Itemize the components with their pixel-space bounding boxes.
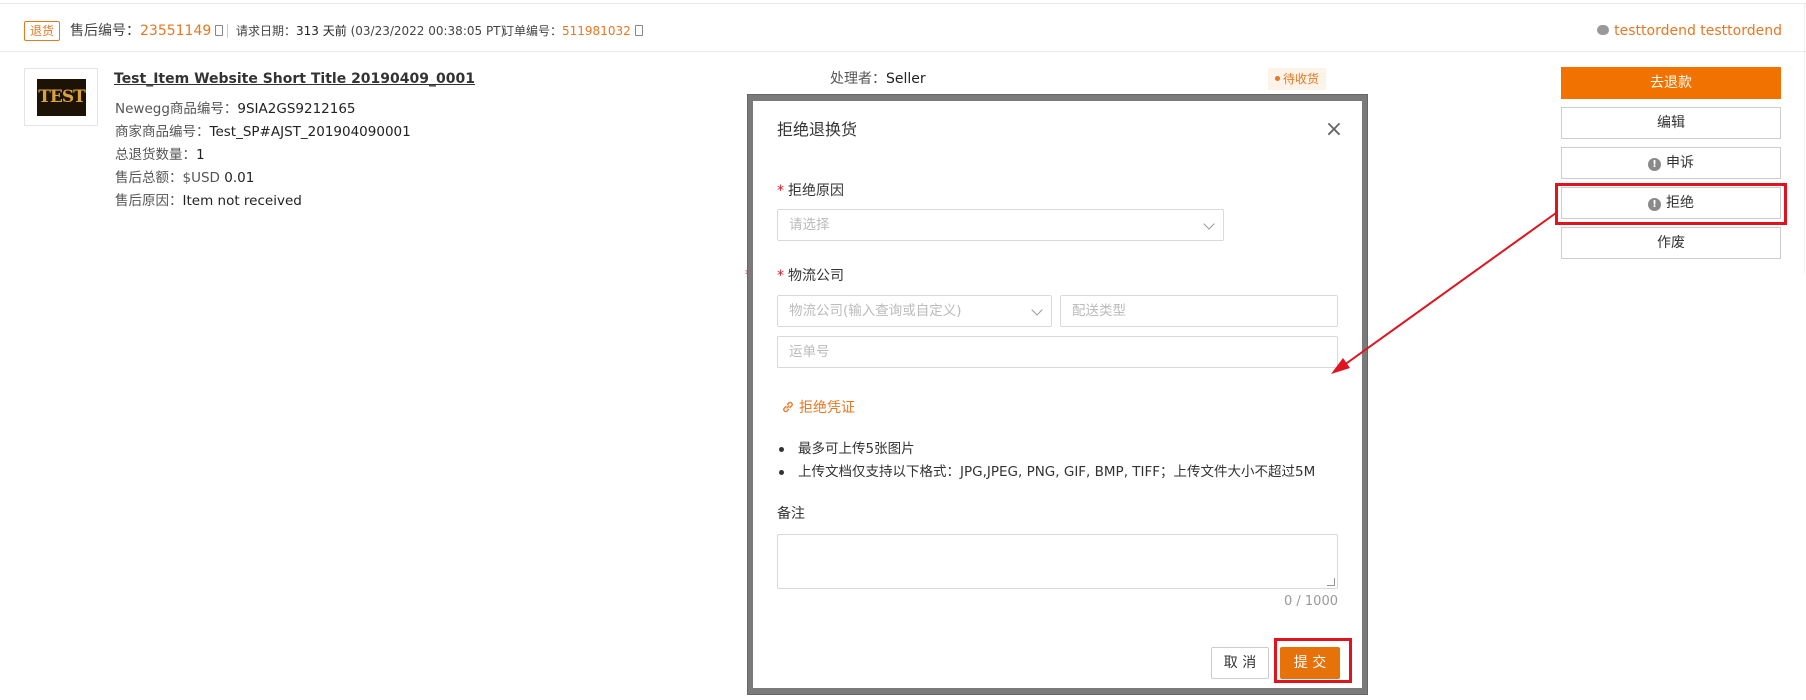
page: 退货 售后编号：23551149 请求日期：313 天前 (03/23/2022… [0, 0, 1806, 700]
annotation-arrow [1331, 212, 1557, 374]
